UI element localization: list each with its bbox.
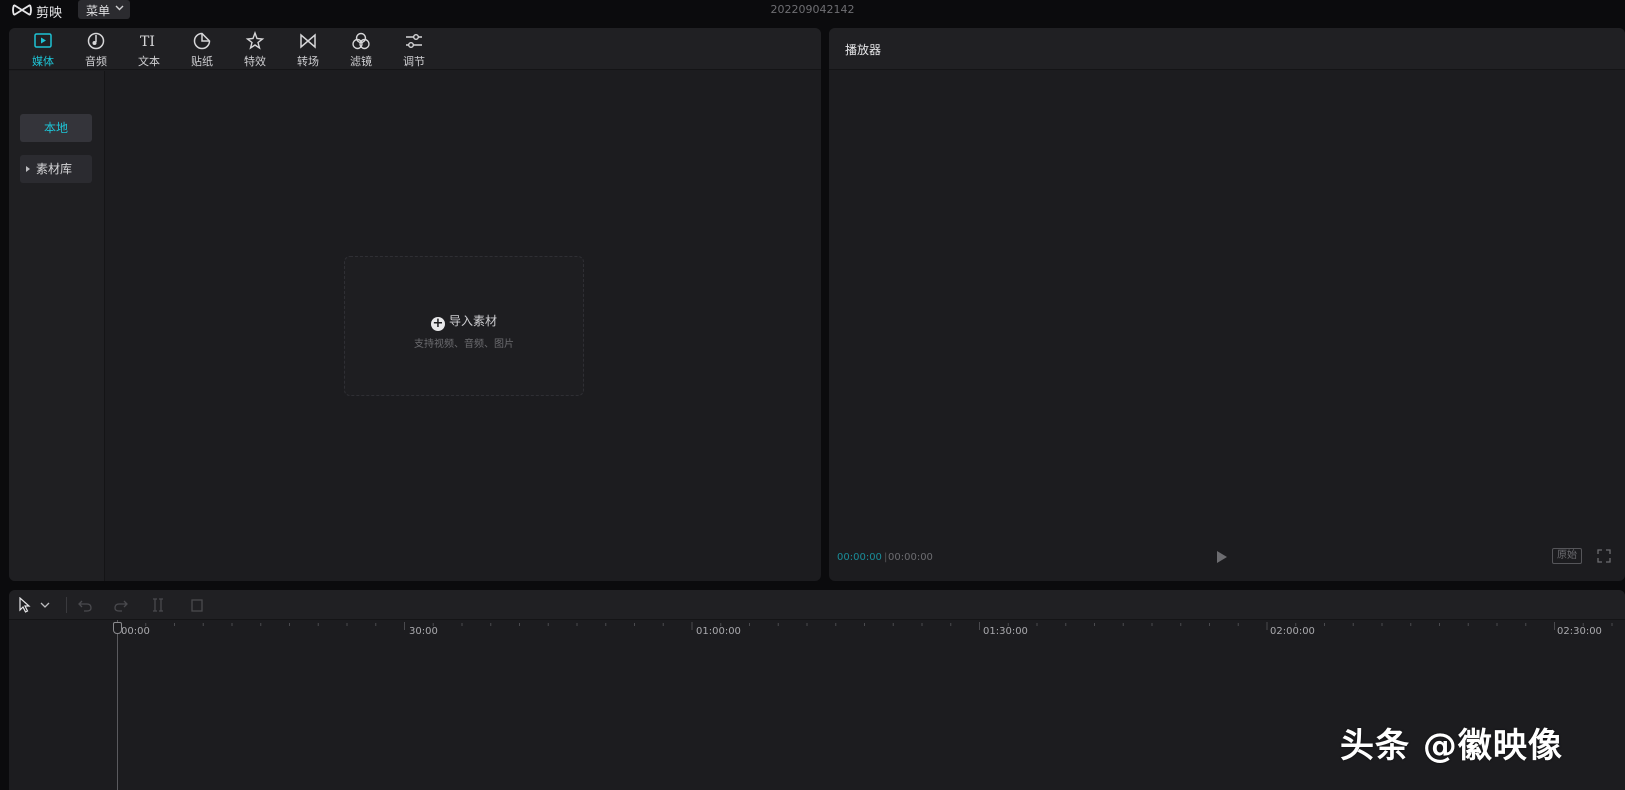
tab-text[interactable]: TI 文本 <box>127 31 171 69</box>
ruler-label: 01:00:00 <box>696 626 741 637</box>
playhead-handle[interactable] <box>113 622 122 634</box>
tab-label: 特效 <box>244 55 266 68</box>
tab-label: 媒体 <box>32 55 54 68</box>
tab-audio[interactable]: 音频 <box>74 31 118 69</box>
media-toolbar: 媒体 音频 TI 文本 贴纸 特效 转场 滤镜 调节 <box>9 28 821 70</box>
split-icon[interactable] <box>150 597 166 613</box>
ruler-label: 02:30:00 <box>1557 626 1602 637</box>
ruler-label: 00:00 <box>121 626 150 637</box>
sidebar-item-label: 素材库 <box>36 162 73 176</box>
watermark: 头条 @徽映像 <box>1340 726 1563 766</box>
audio-icon <box>87 32 105 50</box>
import-dropzone[interactable]: + 导入素材 支持视频、音频、图片 <box>344 256 584 396</box>
player-header: 播放器 <box>829 28 1625 70</box>
ruler-label: 01:30:00 <box>983 626 1028 637</box>
svg-text:TI: TI <box>140 34 155 50</box>
player-title: 播放器 <box>845 43 882 57</box>
media-panel: 媒体 音频 TI 文本 贴纸 特效 转场 滤镜 调节 本地 素材库 + 导入素材… <box>9 28 821 581</box>
import-button[interactable]: + 导入素材 <box>345 312 583 331</box>
delete-icon[interactable] <box>189 597 205 613</box>
tab-label: 转场 <box>297 55 319 68</box>
title-bar: 剪映 菜单 202209042142 <box>0 0 1625 21</box>
tab-sticker[interactable]: 贴纸 <box>180 31 224 69</box>
toolbar-divider <box>66 597 67 613</box>
play-icon[interactable] <box>1215 549 1229 565</box>
time-separator: | <box>884 552 888 563</box>
tab-label: 音频 <box>85 55 107 68</box>
aspect-ratio-button[interactable]: 原始 <box>1552 548 1582 564</box>
undo-icon[interactable] <box>77 597 93 613</box>
tab-label: 调节 <box>403 55 425 68</box>
timeline-ruler[interactable] <box>9 620 1625 642</box>
tab-label: 滤镜 <box>350 55 372 68</box>
select-cursor-icon[interactable] <box>17 597 33 613</box>
project-title: 202209042142 <box>770 3 855 16</box>
tab-filter[interactable]: 滤镜 <box>339 31 383 69</box>
fullscreen-icon[interactable] <box>1597 549 1611 563</box>
transition-icon <box>300 33 316 49</box>
adjust-icon <box>406 34 422 48</box>
media-sidebar: 本地 素材库 <box>9 71 105 581</box>
playhead[interactable] <box>117 620 118 790</box>
player-panel: 播放器 00:00:00 | 00:00:00 原始 <box>829 28 1625 581</box>
tab-media[interactable]: 媒体 <box>21 31 65 69</box>
tab-effects[interactable]: 特效 <box>233 31 277 69</box>
current-time: 00:00:00 <box>837 552 882 563</box>
caret-right-icon <box>26 166 30 172</box>
ruler-label: 02:00:00 <box>1270 626 1315 637</box>
import-hint: 支持视频、音频、图片 <box>414 339 514 350</box>
tab-label: 文本 <box>138 55 160 68</box>
redo-icon[interactable] <box>113 597 129 613</box>
effects-icon <box>245 31 265 50</box>
tab-transition[interactable]: 转场 <box>286 31 330 69</box>
total-time: 00:00:00 <box>888 552 933 563</box>
tab-adjust[interactable]: 调节 <box>392 31 436 69</box>
sidebar-item-library[interactable]: 素材库 <box>20 155 92 183</box>
media-icon <box>34 33 52 48</box>
chevron-down-icon[interactable] <box>39 597 51 613</box>
tab-label: 贴纸 <box>191 55 213 68</box>
sidebar-item-local[interactable]: 本地 <box>20 114 92 142</box>
import-label: 导入素材 <box>448 314 497 328</box>
ruler-label: 30:00 <box>409 626 438 637</box>
plus-icon: + <box>430 316 445 331</box>
text-icon: TI <box>140 34 155 50</box>
sticker-icon <box>193 32 211 50</box>
filter-icon <box>352 32 370 50</box>
timeline-toolbar <box>9 590 1625 620</box>
